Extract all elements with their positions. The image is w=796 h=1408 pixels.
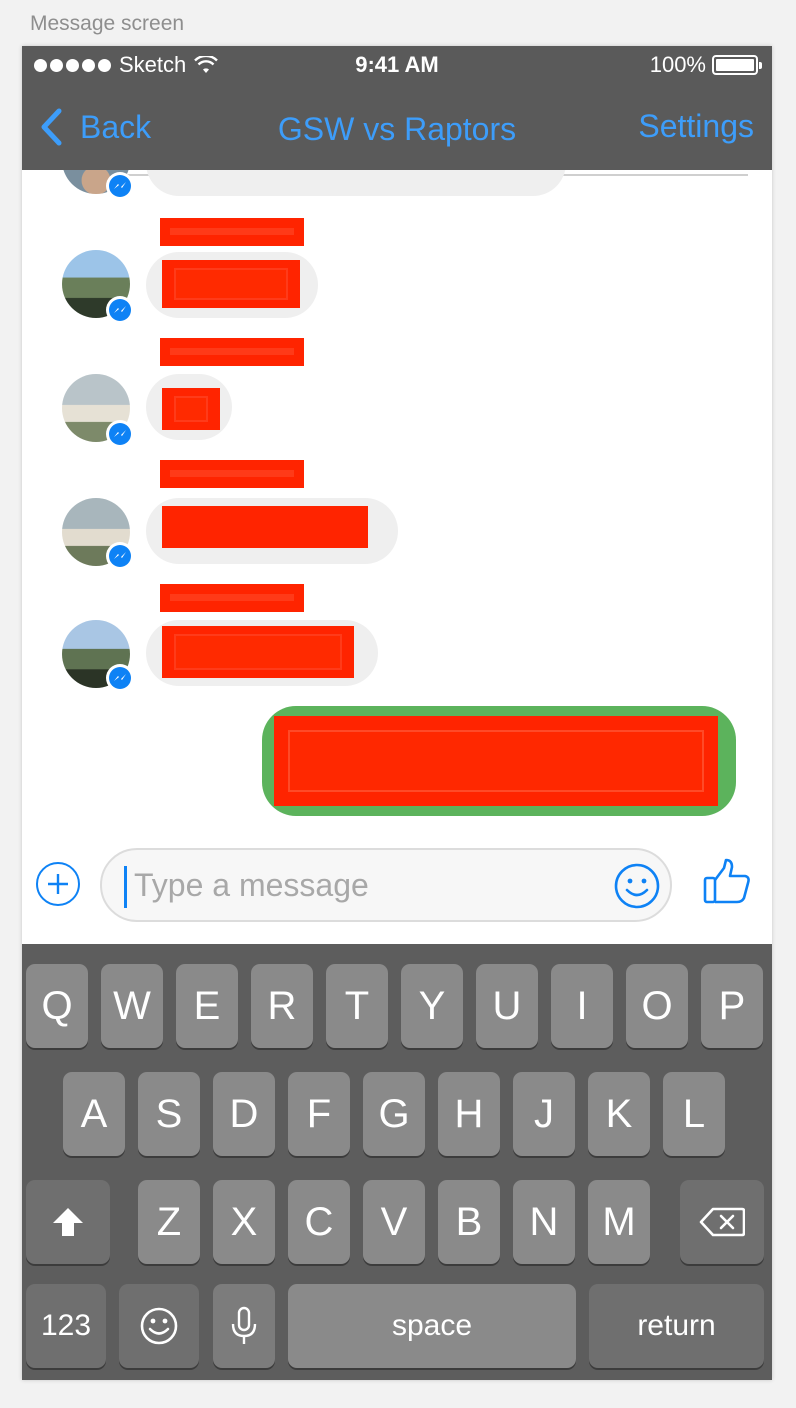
thumbs-up-icon[interactable] [702, 858, 752, 906]
messenger-badge-icon [106, 172, 134, 200]
key-z[interactable]: Z [138, 1180, 200, 1264]
key-o[interactable]: O [626, 964, 688, 1048]
shift-arrow-icon [53, 1208, 83, 1236]
key-y[interactable]: Y [401, 964, 463, 1048]
plus-icon [48, 874, 68, 894]
key-i[interactable]: I [551, 964, 613, 1048]
redacted-message [162, 260, 300, 308]
text-cursor [124, 866, 127, 908]
status-bar: Sketch 9:41 AM 100% [22, 46, 772, 86]
messenger-badge-icon [106, 542, 134, 570]
phone-screen: Sketch 9:41 AM 100% Back GSW vs Raptors … [22, 46, 772, 1380]
key-s[interactable]: S [138, 1072, 200, 1156]
sent-message-bubble[interactable] [262, 706, 736, 816]
key-b[interactable]: B [438, 1180, 500, 1264]
redacted-message [162, 626, 354, 678]
emoji-icon[interactable] [614, 863, 660, 909]
backspace-icon [699, 1207, 745, 1237]
key-j[interactable]: J [513, 1072, 575, 1156]
keyboard: Q W E R T Y U I O P A S D F G H J K L Z … [22, 944, 772, 1380]
space-key[interactable]: space [288, 1284, 576, 1368]
key-c[interactable]: C [288, 1180, 350, 1264]
message-bubble[interactable] [146, 170, 566, 196]
emoji-icon [140, 1307, 178, 1345]
key-l[interactable]: L [663, 1072, 725, 1156]
status-right: 100% [649, 52, 762, 78]
messenger-badge-icon [106, 664, 134, 692]
redacted-sender-name [160, 584, 304, 612]
key-h[interactable]: H [438, 1072, 500, 1156]
key-m[interactable]: M [588, 1180, 650, 1264]
key-k[interactable]: K [588, 1072, 650, 1156]
key-e[interactable]: E [176, 964, 238, 1048]
message-input[interactable] [134, 860, 594, 910]
backspace-key[interactable] [680, 1180, 764, 1264]
emoji-key[interactable] [119, 1284, 199, 1368]
redacted-sender-name [160, 218, 304, 246]
key-r[interactable]: R [251, 964, 313, 1048]
key-q[interactable]: Q [26, 964, 88, 1048]
microphone-key[interactable] [213, 1284, 275, 1368]
redacted-message [274, 716, 718, 806]
artboard-caption: Message screen [30, 12, 185, 35]
key-a[interactable]: A [63, 1072, 125, 1156]
key-w[interactable]: W [101, 964, 163, 1048]
navigation-bar: Back GSW vs Raptors Settings [22, 86, 772, 170]
settings-button[interactable]: Settings [638, 108, 754, 145]
shift-key[interactable] [26, 1180, 110, 1264]
key-v[interactable]: V [363, 1180, 425, 1264]
key-p[interactable]: P [701, 964, 763, 1048]
add-attachment-button[interactable] [36, 862, 80, 906]
message-composer [22, 836, 772, 944]
numbers-key[interactable]: 123 [26, 1284, 106, 1368]
key-x[interactable]: X [213, 1180, 275, 1264]
messenger-badge-icon [106, 420, 134, 448]
return-key[interactable]: return [589, 1284, 764, 1368]
messenger-badge-icon [106, 296, 134, 324]
message-list[interactable] [22, 170, 772, 850]
redacted-message [162, 506, 368, 548]
redacted-message [162, 388, 220, 430]
key-d[interactable]: D [213, 1072, 275, 1156]
key-n[interactable]: N [513, 1180, 575, 1264]
key-g[interactable]: G [363, 1072, 425, 1156]
key-f[interactable]: F [288, 1072, 350, 1156]
key-t[interactable]: T [326, 964, 388, 1048]
microphone-icon [231, 1306, 257, 1344]
battery-icon [712, 55, 762, 75]
battery-percent: 100% [649, 52, 706, 77]
redacted-sender-name [160, 338, 304, 366]
message-input-container[interactable] [100, 848, 672, 922]
redacted-sender-name [160, 460, 304, 488]
key-u[interactable]: U [476, 964, 538, 1048]
